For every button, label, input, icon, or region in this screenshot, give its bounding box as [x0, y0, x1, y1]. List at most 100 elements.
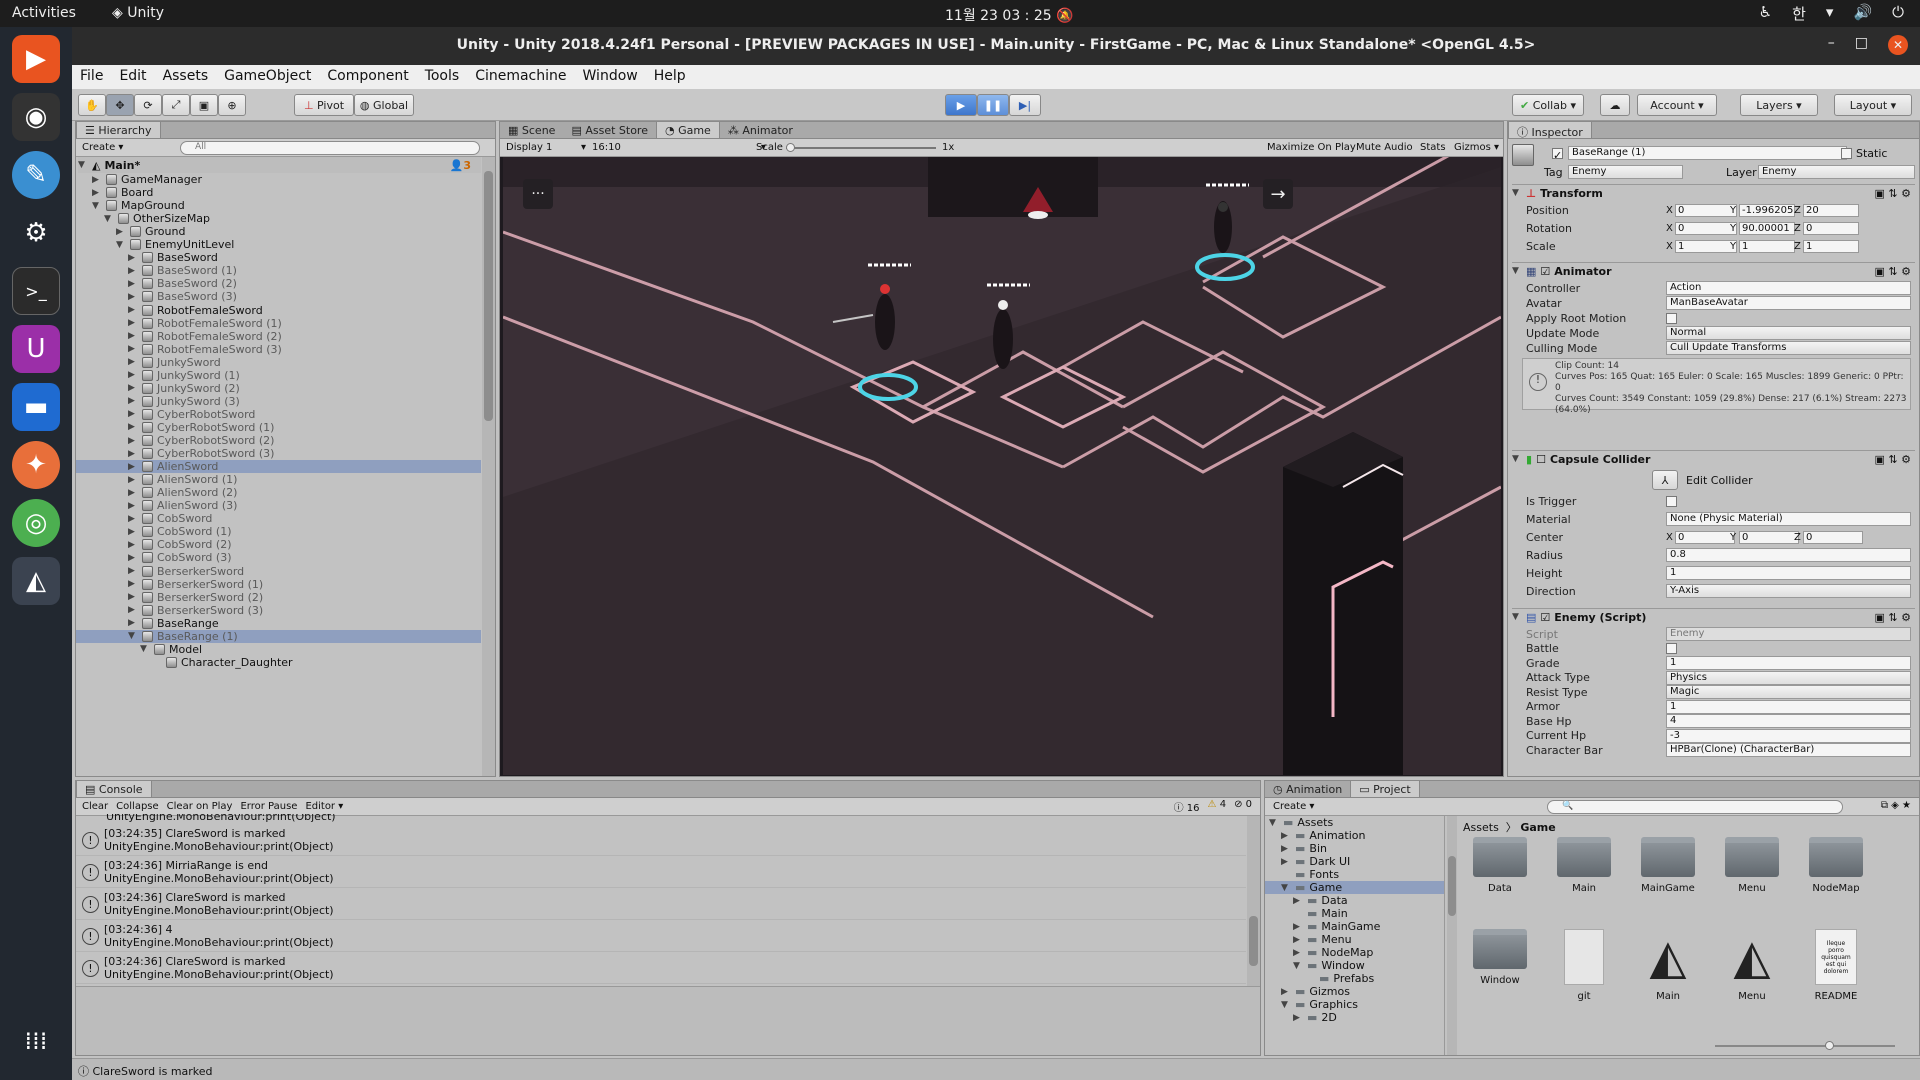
hierarchy-item[interactable]: ▶ CyberRobotSword (1): [76, 421, 481, 434]
enemy-field-value[interactable]: 1: [1666, 656, 1911, 670]
project-search-input[interactable]: 🔍: [1547, 800, 1843, 814]
expand-arrow-icon[interactable]: ▼: [92, 201, 102, 211]
rect-tool-icon[interactable]: ▣: [190, 94, 218, 116]
expand-arrow-icon[interactable]: ▶: [1293, 935, 1303, 945]
hierarchy-item[interactable]: ▶ CobSword: [76, 512, 481, 525]
asset-item[interactable]: Main: [1555, 837, 1613, 894]
expand-arrow-icon[interactable]: ▼: [1281, 1000, 1291, 1010]
gizmos-dropdown[interactable]: Gizmos ▾: [1454, 142, 1499, 153]
project-folder-item[interactable]: ▶ ▬ Animation: [1265, 829, 1444, 842]
expand-arrow-icon[interactable]: ▶: [128, 279, 138, 289]
hierarchy-item[interactable]: ▼ Model: [76, 643, 481, 656]
expand-arrow-icon[interactable]: ▶: [128, 462, 138, 472]
hierarchy-item[interactable]: ▶ BerserkerSword (1): [76, 578, 481, 591]
project-folder-item[interactable]: ▬ Main: [1265, 907, 1444, 920]
hierarchy-item[interactable]: ▶ CobSword (3): [76, 551, 481, 564]
console-entry[interactable]: ! [03:24:36] MirriaRange is end UnityEngin…: [76, 856, 1246, 888]
expand-arrow-icon[interactable]: ▼: [116, 240, 126, 250]
expand-arrow-icon[interactable]: ▶: [128, 579, 138, 589]
enemy-script-header[interactable]: ▼ ▤ ☑ Enemy (Script) ▣ ⇅ ⚙: [1512, 608, 1915, 625]
rotation-x-field[interactable]: X0: [1666, 221, 1737, 235]
expand-arrow-icon[interactable]: ▶: [116, 227, 126, 237]
asset-item[interactable]: Ileque porro quisquam est qui dolorem REA…: [1807, 929, 1865, 1002]
menu-help[interactable]: Help: [646, 65, 694, 89]
expand-arrow-icon[interactable]: ▶: [1293, 922, 1303, 932]
enemy-field-value[interactable]: Physics: [1666, 670, 1911, 685]
tab-scene[interactable]: ▦ Scene: [500, 122, 563, 138]
breadcrumb-game[interactable]: Game: [1520, 821, 1555, 834]
battle-checkbox[interactable]: [1666, 643, 1677, 654]
collider-enabled-checkbox[interactable]: ☐: [1536, 453, 1546, 466]
maximize-on-play-toggle[interactable]: Maximize On Play: [1267, 142, 1356, 153]
collab-dropdown[interactable]: ✔ Collab ▾: [1512, 94, 1584, 116]
clear-on-play-toggle[interactable]: Clear on Play: [167, 801, 233, 812]
log-filter-toggle[interactable]: ⓘ 16: [1174, 799, 1200, 814]
hierarchy-item[interactable]: ▶ BerserkerSword: [76, 565, 481, 578]
animator-header[interactable]: ▼ ▦ ☑ Animator ▣ ⇅ ⚙: [1512, 262, 1915, 279]
hierarchy-item[interactable]: ▶ CobSword (1): [76, 525, 481, 538]
expand-arrow-icon[interactable]: ▶: [128, 396, 138, 406]
menu-window[interactable]: Window: [575, 65, 646, 89]
menu-cinemachine[interactable]: Cinemachine: [467, 65, 574, 89]
scale-slider-handle[interactable]: [786, 143, 795, 152]
expand-arrow-icon[interactable]: ▶: [1281, 857, 1291, 867]
position-x-field[interactable]: X0: [1666, 203, 1737, 217]
hand-tool-icon[interactable]: ✋: [78, 94, 106, 116]
hierarchy-item[interactable]: ▶ JunkySword (2): [76, 382, 481, 395]
pause-button[interactable]: ❚❚: [977, 94, 1009, 116]
hierarchy-item[interactable]: ▶ AlienSword (2): [76, 486, 481, 499]
gameobject-name-field[interactable]: BaseRange (1): [1568, 146, 1847, 160]
hierarchy-scrollbar[interactable]: [482, 157, 495, 776]
hierarchy-item[interactable]: ▶ BaseSword (3): [76, 290, 481, 303]
expand-arrow-icon[interactable]: ▶: [1281, 844, 1291, 854]
material-field[interactable]: None (Physic Material): [1666, 512, 1911, 526]
pivot-toggle[interactable]: ⊥ Pivot: [294, 94, 354, 116]
position-y-field[interactable]: Y -1.996205: [1730, 203, 1795, 217]
expand-arrow-icon[interactable]: ▶: [128, 331, 138, 341]
height-field[interactable]: 1: [1666, 566, 1911, 580]
project-folder-item[interactable]: ▬ Fonts: [1265, 868, 1444, 881]
project-folder-item[interactable]: ▶ ▬ Menu: [1265, 933, 1444, 946]
icon-size-slider[interactable]: [1715, 1041, 1895, 1050]
console-entry[interactable]: ! [03:24:36] 4 UnityEngine.MonoBehaviour:p…: [76, 920, 1246, 952]
media-player-icon[interactable]: ▶: [12, 35, 60, 83]
breadcrumb-assets[interactable]: Assets: [1463, 821, 1499, 834]
position-z-field[interactable]: Z 20: [1794, 203, 1859, 217]
expand-arrow-icon[interactable]: ▼: [104, 214, 114, 224]
hierarchy-item[interactable]: ▶ CyberRobotSword (2): [76, 434, 481, 447]
terminal-icon[interactable]: >_: [12, 267, 60, 315]
project-folder-item[interactable]: ▼ ▬ Window: [1265, 959, 1444, 972]
expand-arrow-icon[interactable]: ▶: [128, 605, 138, 615]
game-menu-dots[interactable]: ···: [531, 186, 544, 202]
editor-dropdown[interactable]: Editor ▾: [305, 801, 343, 812]
game-next-arrow-icon[interactable]: →: [1270, 184, 1285, 205]
mute-audio-toggle[interactable]: Mute Audio: [1356, 142, 1413, 153]
expand-arrow-icon[interactable]: ▶: [128, 540, 138, 550]
project-folder-item[interactable]: ▼ ▬ Game: [1265, 881, 1444, 894]
expand-arrow-icon[interactable]: ▶: [128, 488, 138, 498]
tab-animator[interactable]: ⁂ Animator: [720, 122, 801, 138]
capsule-collider-header[interactable]: ▼ ▮ ☐ Capsule Collider ▣ ⇅ ⚙: [1512, 450, 1915, 467]
hierarchy-item[interactable]: ▶ Ground: [76, 225, 481, 238]
hierarchy-item[interactable]: ▼ OtherSizeMap: [76, 212, 481, 225]
transform-header[interactable]: ▼ ⊥ Transform ▣ ⇅ ⚙: [1512, 184, 1915, 201]
chrome-icon[interactable]: ◎: [12, 499, 60, 547]
expand-arrow-icon[interactable]: ▼: [140, 644, 150, 654]
center-x[interactable]: X0: [1666, 530, 1735, 544]
status-bar[interactable]: ⓘ ClareSword is marked: [72, 1058, 1920, 1080]
hierarchy-item[interactable]: ▶ GameManager: [76, 173, 481, 186]
hierarchy-item[interactable]: ▶ RobotFemaleSword (2): [76, 330, 481, 343]
tree-scrollbar[interactable]: [1447, 816, 1457, 1055]
firefox-icon[interactable]: ✦: [12, 441, 60, 489]
expand-arrow-icon[interactable]: ▶: [128, 383, 138, 393]
asset-item[interactable]: Menu: [1723, 837, 1781, 894]
project-folder-item[interactable]: ▼ ▬ Graphics: [1265, 998, 1444, 1011]
close-icon[interactable]: ✕: [1888, 35, 1908, 55]
expand-arrow-icon[interactable]: ▶: [128, 422, 138, 432]
color-picker-icon[interactable]: ✎: [12, 151, 60, 199]
hierarchy-item[interactable]: ▶ Board: [76, 186, 481, 199]
scale-slider[interactable]: [786, 143, 936, 152]
expand-arrow-icon[interactable]: ▶: [1281, 831, 1291, 841]
component-settings-gear-icon[interactable]: ▣ ⇅ ⚙: [1875, 453, 1911, 466]
game-viewport[interactable]: ··· →: [503, 157, 1501, 775]
